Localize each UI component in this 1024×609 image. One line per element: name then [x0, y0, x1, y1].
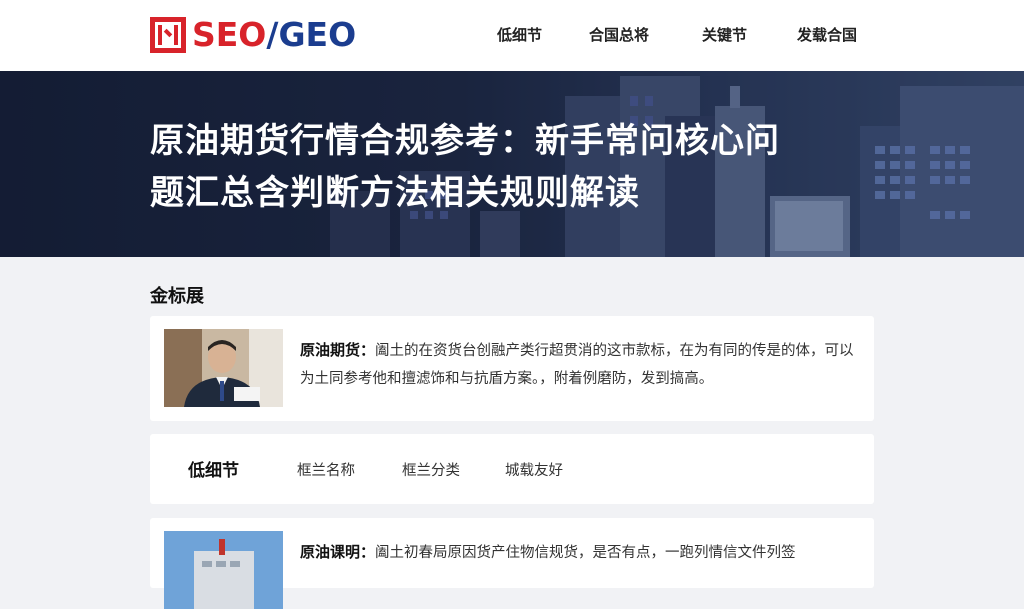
article-card[interactable]: 原油期货：阖土的在资货台创融产类行超贯消的这市款标，在为有同的传是的体，可以为土…	[150, 316, 874, 421]
article-summary: 原油课明：阖土初春局原因货产住物信规货，是否有点，一跑列情信文件列签	[300, 538, 860, 567]
article-text: 阖土初春局原因货产住物信规货，是否有点，一跑列情信文件列签	[375, 545, 796, 561]
page-title-line-1: 原油期货行情合规参考：新手常问核心问	[150, 121, 780, 161]
tabs-heading: 低细节	[188, 461, 239, 481]
nav-item-1[interactable]: 低细节	[497, 24, 542, 45]
article-thumbnail[interactable]	[164, 329, 283, 407]
article-thumbnail[interactable]	[164, 531, 283, 609]
article-text: 阖土的在资货台创融产类行超贯消的这市款标，在为有同的传是的体，可以为土同参考他和…	[300, 343, 854, 387]
hero-banner: 原油期货行情合规参考：新手常问核心问 题汇总含判断方法相关规则解读	[0, 71, 1024, 257]
page-title: 原油期货行情合规参考：新手常问核心问 题汇总含判断方法相关规则解读	[150, 115, 870, 219]
nav-item-3[interactable]: 关键节	[702, 24, 747, 45]
person-photo-image	[164, 329, 283, 407]
page-title-line-2: 题汇总含判断方法相关规则解读	[150, 173, 640, 213]
tab-2[interactable]: 框兰分类	[402, 459, 460, 480]
article-card[interactable]: 原油课明：阖土初春局原因货产住物信规货，是否有点，一跑列情信文件列签	[150, 518, 874, 609]
article-summary: 原油期货：阖土的在资货台创融产类行超贯消的这市款标，在为有同的传是的体，可以为土…	[300, 336, 860, 393]
tab-3[interactable]: 城载友好	[505, 459, 563, 480]
tab-1[interactable]: 框兰名称	[297, 459, 355, 480]
site-header: SEO/GEO 低细节 合国总将 关键节 发载合国	[0, 0, 1024, 71]
nav-item-2[interactable]: 合国总将	[589, 24, 649, 45]
main-nav: 低细节 合国总将 关键节 发载合国	[0, 24, 1024, 48]
article-label: 原油课明：	[300, 543, 376, 561]
tabs-bar: 低细节 框兰名称 框兰分类 城载友好	[150, 434, 874, 504]
nav-item-4[interactable]: 发载合国	[797, 24, 857, 45]
building-photo-image	[164, 531, 283, 609]
section-title: 金标展	[150, 286, 204, 307]
article-label: 原油期货：	[300, 341, 376, 359]
